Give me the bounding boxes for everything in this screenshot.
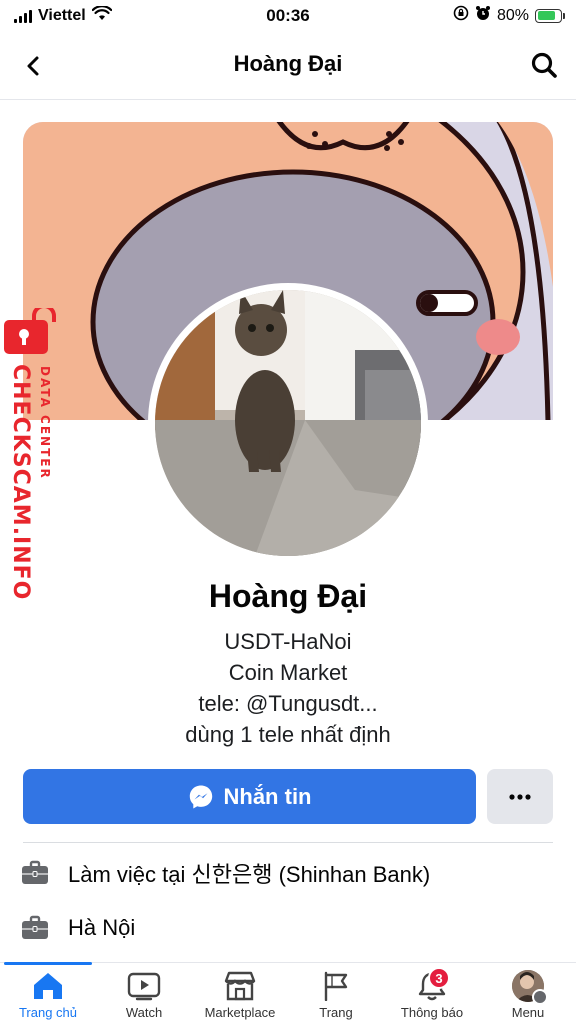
bio-line: dùng 1 tele nhất định (185, 722, 391, 747)
search-icon (531, 52, 557, 78)
tab-label: Watch (125, 1005, 163, 1020)
active-tab-indicator (4, 962, 92, 965)
battery-level (537, 11, 556, 20)
rotation-lock-icon (453, 5, 469, 26)
notification-badge: 3 (428, 967, 450, 989)
profile-header: Hoàng Đại (0, 34, 576, 100)
bio-line: USDT-HaNoi (224, 629, 352, 654)
marketplace-icon (220, 969, 260, 1003)
profile-avatar[interactable] (148, 283, 428, 563)
profile-bio: USDT-HaNoi Coin Market tele: @Tungusdt..… (0, 626, 576, 750)
watermark-subtitle: DATA CENTER (38, 366, 52, 480)
home-icon (28, 969, 68, 1003)
tab-label: Menu (511, 1005, 545, 1020)
status-bar: Viettel 00:36 80% (0, 0, 576, 34)
flag-icon (316, 969, 356, 1003)
tab-label: Thông báo (400, 1005, 464, 1020)
more-dots-icon (509, 793, 531, 800)
detail-location: Hà Nội (20, 913, 135, 943)
battery-percent: 80% (496, 6, 529, 24)
tab-watch[interactable]: Watch (96, 969, 192, 1024)
menu-lines-icon (532, 989, 548, 1005)
tab-menu[interactable]: Menu (480, 969, 576, 1024)
tab-label: Trang chủ (18, 1005, 78, 1020)
bell-icon: 3 (412, 967, 452, 1003)
tab-label: Trang (319, 1005, 353, 1020)
detail-location-text: Hà Nội (68, 915, 136, 940)
watch-icon (124, 969, 164, 1003)
avatar-photo (155, 290, 421, 556)
message-button[interactable]: Nhắn tin (23, 769, 476, 824)
watermark: CHECKSCAM.INFO DATA CENTER (2, 308, 62, 600)
tab-marketplace[interactable]: Marketplace (192, 969, 288, 1024)
status-right: 80% (453, 5, 565, 26)
bottom-tab-bar: Trang chủ Watch Marketplace Trang 3 Thôn… (0, 962, 576, 1024)
divider (23, 842, 553, 843)
tab-home[interactable]: Trang chủ (0, 969, 96, 1024)
bio-line: tele: @Tungusdt... (198, 691, 378, 716)
tab-notifications[interactable]: 3 Thông báo (384, 967, 480, 1024)
bio-line: Coin Market (228, 660, 348, 685)
more-options-button[interactable] (487, 769, 553, 824)
menu-avatar-icon (508, 969, 548, 1005)
detail-work-text: Làm việc tại 신한은행 (Shinhan Bank) (68, 862, 431, 887)
profile-name: Hoàng Đại (208, 578, 368, 614)
messenger-icon (189, 785, 212, 808)
watermark-text: CHECKSCAM.INFO (8, 364, 33, 601)
detail-work: Làm việc tại 신한은행 (Shinhan Bank) (20, 857, 430, 889)
alarm-icon (475, 5, 491, 26)
header-title: Hoàng Đại (233, 51, 343, 76)
lock-icon (4, 308, 56, 354)
tab-pages[interactable]: Trang (288, 969, 384, 1024)
briefcase-icon (20, 858, 50, 888)
message-button-label: Nhắn tin (223, 783, 312, 809)
battery-icon (535, 8, 565, 23)
search-button[interactable] (526, 47, 562, 83)
tab-label: Marketplace (204, 1005, 276, 1020)
briefcase-icon (20, 913, 50, 943)
